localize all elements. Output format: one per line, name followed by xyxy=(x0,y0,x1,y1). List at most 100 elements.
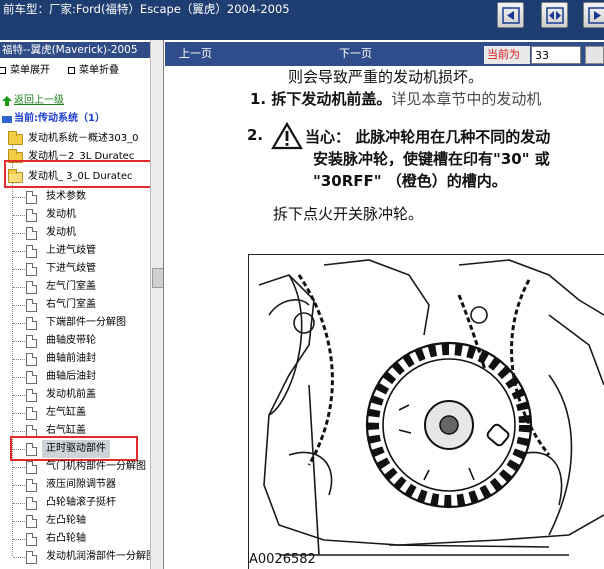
tree-item-label: 上进气歧管 xyxy=(46,245,96,256)
tree-item-label: 下端部件一分解图 xyxy=(46,317,126,328)
pulse-wheel-illustration xyxy=(258,259,604,556)
prev-page-link[interactable]: 上一页 xyxy=(179,42,212,66)
tree-item[interactable]: 右气门室盖 xyxy=(0,296,160,314)
collapse-icon xyxy=(68,66,75,74)
tree-item[interactable]: 曲轴前油封 xyxy=(0,350,160,368)
tree-scrollbar[interactable] xyxy=(150,40,163,569)
tree-item[interactable]: 上进气歧管 xyxy=(0,242,160,260)
step-1-reference: 详见本章节中的发动机 xyxy=(391,90,542,108)
remove-step-text: 拆下点火开关脉冲轮。 xyxy=(273,205,424,223)
page-icon xyxy=(26,245,37,258)
page-icon xyxy=(26,461,37,474)
tree-connector xyxy=(13,287,25,288)
expand-icon xyxy=(0,66,6,74)
tree-item-label: 发动机润滑部件一分解图 xyxy=(46,551,156,562)
tree-item[interactable]: 下进气歧管 xyxy=(0,260,160,278)
content-pane: 上一页 下一页 当前为 则会导致严重的发动机损坏。 1. 拆下发动机前盖。详见本… xyxy=(165,40,604,569)
current-section: 当前:传动系统（1） xyxy=(0,110,160,128)
tree-item-label: 凸轮轴滚子挺杆 xyxy=(46,497,116,508)
tree-connector xyxy=(13,521,25,522)
tree-item[interactable]: 左气缸盖 xyxy=(0,404,160,422)
caution-text-line-2: 安装脉冲轮，使键槽在印有"30" 或 xyxy=(313,150,550,168)
tree-connector xyxy=(13,485,25,486)
scrollbar-thumb[interactable] xyxy=(152,268,163,288)
collapse-menu-button[interactable]: 菜单折叠 xyxy=(68,62,119,80)
tree-item-label: 发动机 xyxy=(46,227,76,238)
page-icon xyxy=(26,353,37,366)
tree-item-label: 左气缸盖 xyxy=(46,407,86,418)
back-link-label: 返回上一级 xyxy=(14,95,64,106)
next-frame-button[interactable] xyxy=(583,2,604,28)
tree-toolbar: 菜单展开 菜单折叠 xyxy=(0,62,150,80)
tree-item[interactable]: 左气门室盖 xyxy=(0,278,160,296)
step-2-number: 2. xyxy=(247,126,264,144)
tree-connector xyxy=(13,467,25,468)
tree-item-label: 气门机构部件一分解图 xyxy=(46,461,146,472)
tree-item-label: 下进气歧管 xyxy=(46,263,96,274)
document-page: 则会导致严重的发动机损坏。 1. 拆下发动机前盖。详见本章节中的发动机 2. 当… xyxy=(165,66,604,569)
tree-item[interactable]: 曲轴皮带轮 xyxy=(0,332,160,350)
page-icon xyxy=(26,281,37,294)
folder-label: 发动机系统－概述303_0 xyxy=(28,133,139,144)
tree-connector xyxy=(13,251,25,252)
tree-item-label: 右凸轮轴 xyxy=(46,533,86,544)
tree-connector xyxy=(13,197,25,198)
back-link[interactable]: 返回上一级 xyxy=(0,92,160,110)
caution-text-line-3: "30RFF" （橙色）的槽内。 xyxy=(313,172,507,190)
arrow-left-icon xyxy=(502,7,520,24)
warning-triangle-icon xyxy=(271,122,303,150)
tree-item-label: 技术参数 xyxy=(46,191,86,202)
tree-item[interactable]: 下端部件一分解图 xyxy=(0,314,160,332)
tree-item[interactable]: 技术参数 xyxy=(0,188,160,206)
model-header: 福特--翼虎(Maverick)-2005 xyxy=(0,42,150,58)
tree-item[interactable]: 右凸轮轴 xyxy=(0,530,160,548)
tree-connector xyxy=(13,377,25,378)
tree-item[interactable]: 气门机构部件一分解图 xyxy=(0,458,160,476)
tree-item[interactable]: 发动机 xyxy=(0,206,160,224)
tree-connector xyxy=(13,359,25,360)
tree-item-label: 发动机前盖 xyxy=(46,389,96,400)
figure-id: A0026582 xyxy=(249,552,316,567)
tree-connector xyxy=(13,215,25,216)
page-icon xyxy=(26,389,37,402)
tree-connector xyxy=(13,269,25,270)
collapse-menu-label: 菜单折叠 xyxy=(79,65,119,76)
tree-item[interactable]: 发动机润滑部件一分解图 xyxy=(0,548,160,566)
tree-connector xyxy=(13,233,25,234)
page-icon xyxy=(26,209,37,222)
tree-connector xyxy=(13,413,25,414)
folder-icon xyxy=(8,131,23,145)
page-icon xyxy=(26,263,37,276)
page-number-input[interactable] xyxy=(531,46,581,64)
tree-connector xyxy=(13,395,25,396)
tree-connector xyxy=(13,341,25,342)
arrow-right-icon xyxy=(588,7,604,24)
page-icon xyxy=(26,317,37,330)
tree-connector xyxy=(13,431,25,432)
current-section-label: 当前:传动系统（1） xyxy=(14,113,105,124)
tree-item[interactable]: 发动机前盖 xyxy=(0,386,160,404)
engine-figure: A0026582 xyxy=(248,254,604,569)
navigation-pane: 福特--翼虎(Maverick)-2005 菜单展开 菜单折叠 返回上一级 当前… xyxy=(0,40,164,569)
caution-text: 当心： 此脉冲轮用在几种不同的发动 xyxy=(305,128,551,146)
next-page-link[interactable]: 下一页 xyxy=(339,42,372,66)
split-frame-button[interactable] xyxy=(541,2,568,28)
page-icon xyxy=(26,371,37,384)
go-page-button[interactable] xyxy=(585,46,604,64)
tree-folder-overview[interactable]: 发动机系统－概述303_0 xyxy=(0,130,160,148)
tree-item[interactable]: 左凸轮轴 xyxy=(0,512,160,530)
tree-item[interactable]: 发动机 xyxy=(0,224,160,242)
tree-item[interactable]: 液压间隙调节器 xyxy=(0,476,160,494)
page-icon xyxy=(26,497,37,510)
expand-menu-button[interactable]: 菜单展开 xyxy=(0,62,50,80)
tree-connector xyxy=(13,305,25,306)
tree-item[interactable]: 凸轮轴滚子挺杆 xyxy=(0,494,160,512)
prev-frame-button[interactable] xyxy=(497,2,524,28)
split-arrows-icon xyxy=(546,7,564,24)
page-icon xyxy=(26,227,37,240)
expand-menu-label: 菜单展开 xyxy=(10,65,50,76)
tree-item[interactable]: 曲轴后油封 xyxy=(0,368,160,386)
page-icon xyxy=(26,533,37,546)
tree-connector xyxy=(13,539,25,540)
tree-item-label: 发动机 xyxy=(46,209,76,220)
